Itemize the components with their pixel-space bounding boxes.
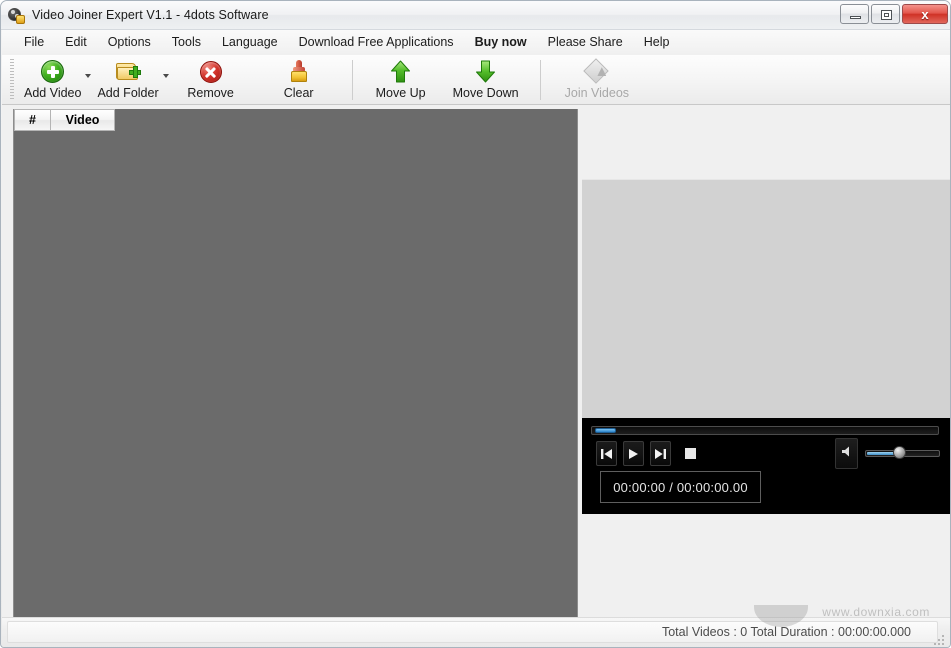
move-down-label: Move Down bbox=[452, 86, 519, 100]
video-preview-surface[interactable] bbox=[582, 179, 950, 419]
menu-item-tools[interactable]: Tools bbox=[163, 32, 210, 53]
volume-slider-thumb[interactable] bbox=[893, 446, 906, 459]
seek-slider[interactable] bbox=[591, 426, 939, 435]
stop-button[interactable] bbox=[680, 441, 701, 466]
preview-top-spacer bbox=[581, 105, 950, 179]
video-list-body[interactable] bbox=[14, 131, 577, 620]
clear-button[interactable]: Clear bbox=[266, 57, 332, 100]
seek-slider-thumb[interactable] bbox=[595, 428, 616, 433]
maximize-icon bbox=[881, 10, 892, 20]
status-bar: Total Videos : 0 Total Duration : 00:00:… bbox=[2, 617, 950, 647]
preview-bottom-spacer bbox=[581, 514, 950, 617]
video-list-header: # Video bbox=[14, 109, 115, 131]
move-down-button[interactable]: Move Down bbox=[448, 57, 524, 100]
add-video-button[interactable]: Add Video bbox=[19, 57, 86, 100]
green-plus-circle-icon bbox=[38, 58, 68, 85]
move-up-button[interactable]: Move Up bbox=[368, 57, 434, 100]
play-button[interactable] bbox=[623, 441, 644, 466]
app-icon bbox=[8, 7, 25, 24]
add-video-label: Add Video bbox=[24, 86, 82, 100]
main-content: # Video 00:00:00 / 00:00:00.00 bbox=[2, 105, 950, 621]
close-icon: x bbox=[921, 6, 929, 22]
remove-button[interactable]: Remove bbox=[178, 57, 244, 100]
toolbar: Add Video Add Folder Remove Clear Move U… bbox=[2, 55, 950, 105]
join-diamond-icon: ▲ bbox=[582, 58, 612, 85]
volume-slider[interactable] bbox=[865, 446, 940, 459]
clear-label: Clear bbox=[283, 86, 314, 100]
preview-panel: 00:00:00 / 00:00:00.00 bbox=[581, 105, 950, 617]
menu-item-download-free-applications[interactable]: Download Free Applications bbox=[290, 32, 463, 53]
column-header-video[interactable]: Video bbox=[51, 109, 115, 131]
green-arrow-up-icon bbox=[386, 58, 416, 85]
minimize-button[interactable] bbox=[840, 4, 869, 24]
toolbar-separator-2 bbox=[539, 60, 541, 100]
application-window: Video Joiner Expert V1.1 - 4dots Softwar… bbox=[0, 0, 951, 648]
folder-plus-icon bbox=[113, 58, 143, 85]
menu-bar: File Edit Options Tools Language Downloa… bbox=[2, 30, 950, 55]
resize-grip-icon[interactable] bbox=[934, 632, 947, 645]
toolbar-separator-1 bbox=[351, 60, 353, 100]
skip-previous-icon bbox=[600, 448, 613, 460]
maximize-button[interactable] bbox=[871, 4, 900, 24]
volume-button[interactable] bbox=[835, 438, 858, 469]
window-controls: x bbox=[838, 4, 948, 24]
join-videos-button[interactable]: ▲ Join Videos bbox=[560, 57, 634, 100]
menu-item-buy-now[interactable]: Buy now bbox=[466, 32, 536, 53]
add-folder-label: Add Folder bbox=[97, 86, 159, 100]
menu-item-language[interactable]: Language bbox=[213, 32, 287, 53]
join-videos-label: Join Videos bbox=[564, 86, 630, 100]
brush-icon bbox=[284, 58, 314, 85]
column-header-index[interactable]: # bbox=[14, 109, 51, 131]
menu-item-file[interactable]: File bbox=[15, 32, 53, 53]
menu-item-edit[interactable]: Edit bbox=[56, 32, 96, 53]
menu-item-options[interactable]: Options bbox=[99, 32, 160, 53]
time-display: 00:00:00 / 00:00:00.00 bbox=[600, 471, 761, 503]
player-controls-bar: 00:00:00 / 00:00:00.00 bbox=[582, 418, 950, 514]
title-bar: Video Joiner Expert V1.1 - 4dots Softwar… bbox=[1, 1, 950, 30]
play-icon bbox=[628, 448, 639, 460]
toolbar-grip[interactable] bbox=[10, 59, 14, 101]
status-text: Total Videos : 0 Total Duration : 00:00:… bbox=[661, 625, 911, 639]
stop-icon bbox=[684, 447, 697, 460]
add-folder-button[interactable]: Add Folder bbox=[92, 57, 163, 100]
green-arrow-down-icon bbox=[471, 58, 501, 85]
time-display-text: 00:00:00 / 00:00:00.00 bbox=[613, 479, 748, 495]
close-button[interactable]: x bbox=[902, 4, 948, 24]
video-list-panel[interactable]: # Video bbox=[13, 109, 578, 621]
window-title: Video Joiner Expert V1.1 - 4dots Softwar… bbox=[32, 8, 269, 22]
menu-item-help[interactable]: Help bbox=[635, 32, 679, 53]
skip-next-icon bbox=[654, 448, 667, 460]
remove-label: Remove bbox=[187, 86, 234, 100]
minimize-icon bbox=[850, 16, 861, 19]
next-button[interactable] bbox=[650, 441, 671, 466]
status-bar-inner: Total Videos : 0 Total Duration : 00:00:… bbox=[7, 621, 938, 643]
menu-item-please-share[interactable]: Please Share bbox=[539, 32, 632, 53]
red-x-circle-icon bbox=[196, 58, 226, 85]
speaker-icon bbox=[840, 445, 854, 463]
move-up-label: Move Up bbox=[375, 86, 426, 100]
previous-button[interactable] bbox=[596, 441, 617, 466]
